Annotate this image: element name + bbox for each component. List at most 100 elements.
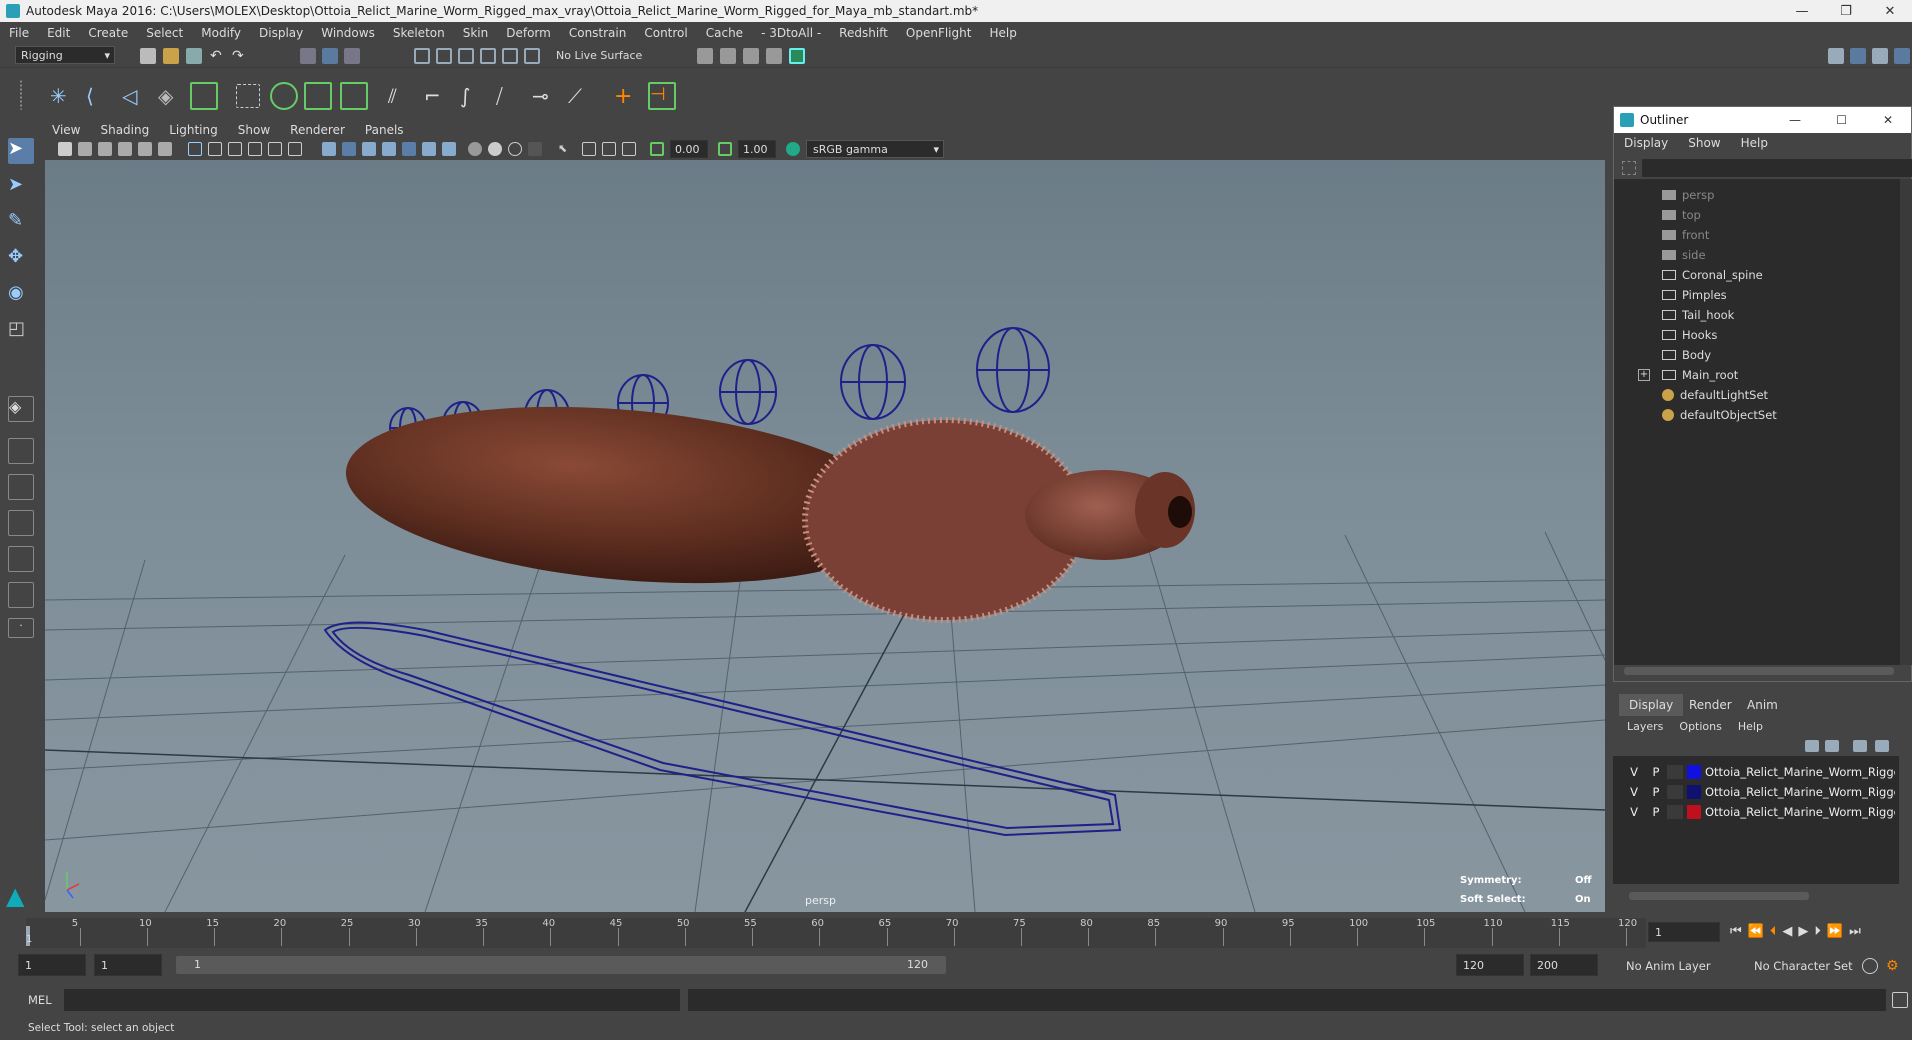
outliner-item[interactable]: top [1662, 205, 1701, 225]
scene-start-field[interactable]: 1 [18, 954, 86, 976]
outliner-item[interactable]: front [1662, 225, 1709, 245]
render-view-icon[interactable] [697, 48, 713, 64]
move-layer-up-icon[interactable] [1805, 740, 1819, 752]
new-layer-icon[interactable] [1853, 740, 1867, 752]
paint-weights-icon[interactable]: ∫ [460, 84, 484, 108]
menu-cache[interactable]: Cache [697, 26, 752, 40]
textured-icon[interactable] [382, 142, 396, 156]
hypershade-icon[interactable] [789, 48, 805, 64]
snap-grid-icon[interactable] [414, 48, 430, 64]
layer-menu-options[interactable]: Options [1671, 720, 1729, 733]
step-forward-frame-icon[interactable]: ⏵ [1814, 924, 1821, 939]
bend-deformer-icon[interactable] [340, 82, 368, 110]
resolution-gate-icon[interactable] [228, 142, 242, 156]
live-surface-label[interactable]: No Live Surface [556, 49, 642, 62]
menu-constrain[interactable]: Constrain [560, 26, 636, 40]
gamma-field[interactable]: 1.00 [738, 140, 776, 158]
layer-playback-toggle[interactable]: P [1645, 765, 1667, 779]
mirror-weights-icon[interactable]: ⧸ [496, 84, 520, 108]
snap-surface-icon[interactable] [502, 48, 518, 64]
outliner-item[interactable]: side [1662, 245, 1706, 265]
minimize-button[interactable]: — [1789, 113, 1801, 127]
move-layer-down-icon[interactable] [1825, 740, 1839, 752]
step-forward-key-icon[interactable]: ⏩ [1827, 924, 1843, 939]
single-perspective-layout-icon[interactable]: ◈ [8, 396, 34, 422]
orient-joint-icon[interactable]: ◈ [158, 84, 182, 108]
panel-menu-shading[interactable]: Shading [90, 123, 159, 137]
outliner-horizontal-scrollbar[interactable] [1624, 667, 1894, 675]
select-camera-icon[interactable]: ⬉ [558, 142, 572, 156]
layer-row[interactable]: V P Ottoia_Relict_Marine_Worm_Rigged [1623, 782, 1908, 802]
outliner-item[interactable]: Tail_hook [1662, 305, 1734, 325]
wireframe-on-shaded-icon[interactable] [362, 142, 376, 156]
outliner-item[interactable]: defaultObjectSet [1662, 405, 1777, 425]
ik-handle-icon[interactable]: ⟨ [86, 84, 110, 108]
image-plane-icon[interactable] [118, 142, 132, 156]
snap-view-plane-icon[interactable] [480, 48, 496, 64]
detach-skin-icon[interactable]: ⌐ [424, 84, 448, 108]
persp-hypershade-layout-icon[interactable] [8, 546, 34, 572]
maximize-icon[interactable]: ☐ [1836, 113, 1847, 127]
snap-curve-icon[interactable] [436, 48, 452, 64]
render-settings-icon[interactable] [766, 48, 782, 64]
script-editor-icon[interactable] [1892, 992, 1908, 1008]
scale-tool-icon[interactable]: ◰ [8, 318, 34, 344]
persp-outliner-layout-icon[interactable] [8, 474, 34, 500]
menu-windows[interactable]: Windows [312, 26, 384, 40]
playback-end-field[interactable]: 120 [1456, 954, 1524, 976]
preferences-icon[interactable]: ⚙ [1886, 958, 1902, 974]
perspective-viewport[interactable]: persp Symmetry: Off Soft Select: On [45, 160, 1605, 912]
menu-openflight[interactable]: OpenFlight [897, 26, 981, 40]
ik-spline-icon[interactable]: ◁ [122, 84, 146, 108]
layer-visibility-toggle[interactable]: V [1623, 785, 1645, 799]
tab-anim[interactable]: Anim [1737, 694, 1788, 716]
layer-color-swatch[interactable] [1687, 785, 1701, 799]
close-button[interactable]: ✕ [1883, 113, 1893, 127]
modeling-toolkit-icon[interactable] [1828, 48, 1844, 64]
tool-settings-icon[interactable] [1872, 48, 1888, 64]
custom-layout-icon[interactable] [8, 582, 34, 608]
select-tool-icon[interactable]: ➤ [8, 138, 34, 164]
menu-3dtoall[interactable]: - 3DtoAll - [752, 26, 830, 40]
color-management-icon[interactable] [786, 142, 800, 156]
outliner-item[interactable]: Body [1662, 345, 1711, 365]
field-chart-icon[interactable] [268, 142, 282, 156]
xray-joints-icon[interactable] [488, 142, 502, 156]
use-all-lights-icon[interactable] [402, 142, 416, 156]
menu-skeleton[interactable]: Skeleton [384, 26, 454, 40]
layer-type-toggle[interactable] [1667, 765, 1683, 779]
film-gate-icon[interactable] [208, 142, 222, 156]
tab-render[interactable]: Render [1679, 694, 1742, 716]
new-scene-icon[interactable] [140, 48, 156, 64]
more-layouts-icon[interactable]: · [8, 618, 34, 638]
layer-visibility-toggle[interactable]: V [1623, 805, 1645, 819]
outliner-item[interactable]: Pimples [1662, 285, 1727, 305]
restore-button[interactable]: ❐ [1824, 0, 1868, 22]
time-slider[interactable]: 1 5 10 15 20 25 30 35 40 45 50 55 60 65 70 75 80 85 90 95 1… [0, 916, 1912, 950]
step-back-frame-icon[interactable]: ⏴ [1770, 924, 1777, 939]
exposure-field[interactable]: 0.00 [670, 140, 708, 158]
panel-menu-lighting[interactable]: Lighting [159, 123, 228, 137]
menu-set-dropdown[interactable]: Rigging ▾ [15, 46, 115, 64]
outliner-item[interactable]: Coronal_spine [1662, 265, 1763, 285]
isolate-select-icon[interactable] [528, 142, 542, 156]
copy-weights-icon[interactable]: ⊸ [532, 84, 556, 108]
grid-icon[interactable] [188, 142, 202, 156]
layer-color-swatch[interactable] [1687, 805, 1701, 819]
maya-home-icon[interactable]: ▲ [6, 882, 36, 910]
gamma-icon[interactable] [718, 142, 732, 156]
parent-constraint-icon[interactable]: + [614, 84, 638, 109]
menu-deform[interactable]: Deform [497, 26, 560, 40]
panel-menu-panels[interactable]: Panels [355, 123, 414, 137]
move-tool-icon[interactable]: ✥ [8, 246, 34, 272]
outliner-item[interactable]: persp [1662, 185, 1714, 205]
layer-row[interactable]: V P Ottoia_Relict_Marine_Worm_Rigged [1623, 802, 1908, 822]
menu-select[interactable]: Select [137, 26, 192, 40]
new-layer-selected-icon[interactable] [1875, 740, 1889, 752]
outliner-search-input[interactable] [1642, 159, 1912, 177]
layer-playback-toggle[interactable]: P [1645, 805, 1667, 819]
menu-edit[interactable]: Edit [38, 26, 79, 40]
lattice-icon[interactable] [270, 82, 298, 110]
shadows-icon[interactable] [422, 142, 436, 156]
layer-color-swatch[interactable] [1687, 765, 1701, 779]
